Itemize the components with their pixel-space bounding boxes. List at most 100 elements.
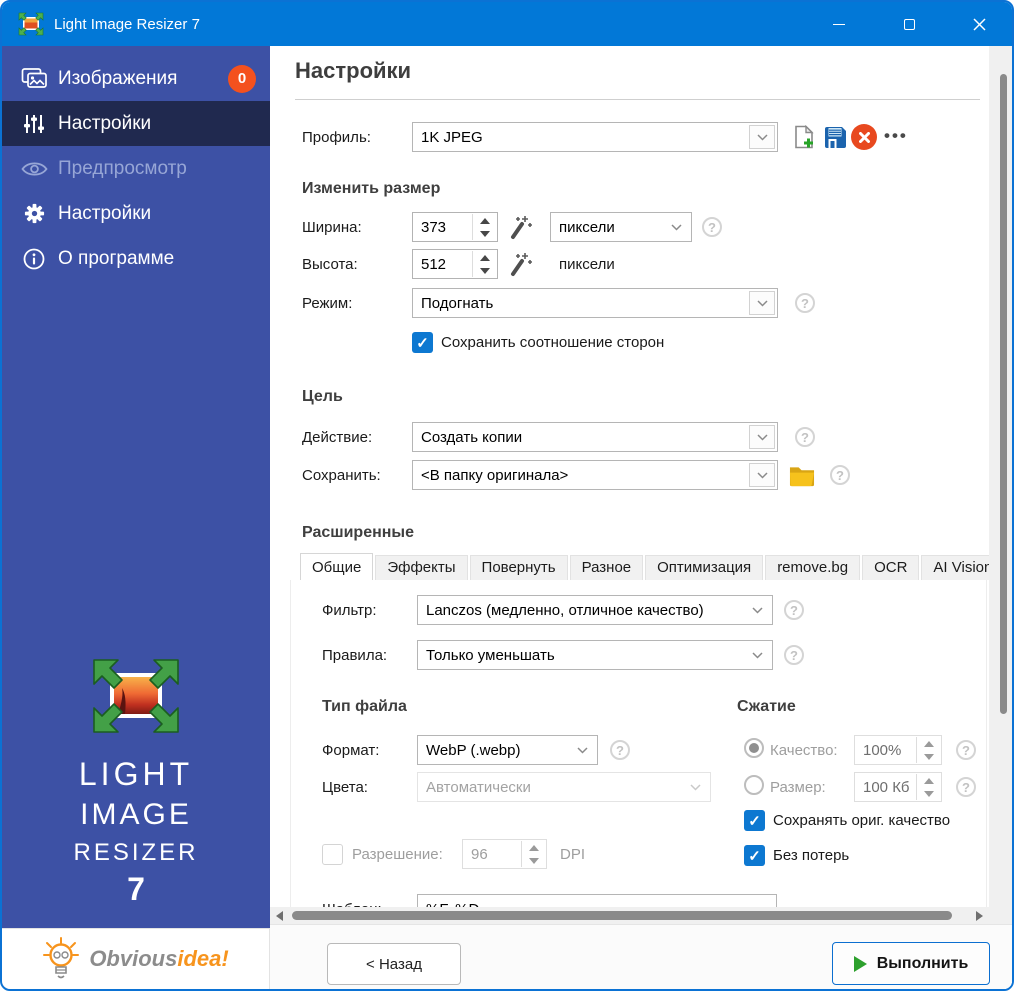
tab-general[interactable]: Общие [300,553,373,581]
rules-value: Только уменьшать [426,647,555,664]
chevron-down-icon [757,472,768,479]
chevron-down-icon [671,224,682,231]
lossless-checkbox[interactable]: ✓ [744,845,765,866]
horizontal-scrollbar[interactable] [270,907,989,924]
brand-name: Obviousidea! [89,946,228,972]
tab-rotate[interactable]: Повернуть [470,555,568,580]
chevron-down-icon [757,134,768,141]
keep-quality-checkbox[interactable]: ✓ [744,810,765,831]
tab-ocr[interactable]: OCR [862,555,919,580]
tab-optimization[interactable]: Оптимизация [645,555,763,580]
quality-increment-button[interactable] [917,737,940,750]
width-unit-select[interactable]: пиксели [550,212,692,242]
delete-x-icon [859,132,870,143]
sidebar-item-images[interactable]: Изображения 0 [2,56,270,101]
size-help-icon[interactable]: ? [956,777,976,797]
width-increment-button[interactable] [473,214,496,227]
chevron-down-icon [757,434,768,441]
height-increment-button[interactable] [473,251,496,264]
filter-select[interactable]: Lanczos (медленно, отличное качество) [417,595,773,625]
scroll-right-icon[interactable] [976,911,983,921]
filter-help-icon[interactable]: ? [784,600,804,620]
delete-profile-button[interactable] [851,124,877,150]
scroll-left-icon[interactable] [276,911,283,921]
rules-select[interactable]: Только уменьшать [417,640,773,670]
height-unit-label: пиксели [559,249,615,279]
new-document-icon [794,125,815,150]
minimize-icon [833,24,845,25]
size-radio[interactable] [744,775,764,795]
resolution-increment-button[interactable] [522,841,545,854]
height-decrement-button[interactable] [473,264,496,277]
tab-removebg[interactable]: remove.bg [765,555,860,580]
browse-folder-button[interactable] [789,462,815,488]
format-label: Формат: [322,735,379,765]
sidebar-item-profile-settings[interactable]: Настройки [2,101,270,146]
vertical-scrollbar[interactable] [989,46,1014,924]
tab-effects[interactable]: Эффекты [375,555,467,580]
dpi-label: DPI [560,839,585,869]
height-input[interactable] [413,250,471,278]
width-input[interactable] [413,213,471,241]
size-input[interactable] [855,773,915,801]
app-logo-icon [18,12,44,36]
format-select[interactable]: WebP (.webp) [417,735,598,765]
width-help-icon[interactable]: ? [702,217,722,237]
keep-ratio-checkbox[interactable]: ✓ [412,332,433,353]
run-button-label: Выполнить [877,955,969,973]
new-profile-button[interactable] [791,124,817,150]
height-auto-button[interactable] [506,251,532,277]
images-icon [19,67,49,90]
action-select[interactable]: Создать копии [412,422,778,452]
chevron-down-icon [752,652,763,659]
size-decrement-button[interactable] [917,787,940,800]
sidebar-item-preview[interactable]: Предпросмотр [2,146,270,191]
save-to-help-icon[interactable]: ? [830,465,850,485]
close-icon [973,18,986,31]
sidebar-item-about[interactable]: О программе [2,236,270,281]
more-options-button[interactable]: ••• [884,126,908,146]
quality-spinner [854,735,942,765]
resize-arrows-icon [88,654,184,738]
save-profile-button[interactable] [822,124,848,150]
quality-radio[interactable] [744,738,764,758]
width-decrement-button[interactable] [473,227,496,240]
mode-select[interactable]: Подогнать [412,288,778,318]
sidebar-item-app-settings[interactable]: Настройки [2,191,270,236]
back-button[interactable]: < Назад [327,943,461,985]
mode-help-icon[interactable]: ? [795,293,815,313]
size-label: Размер: [770,772,826,802]
width-auto-button[interactable] [506,214,532,240]
save-to-dropdown-button[interactable] [749,463,775,487]
resolution-input[interactable] [463,840,520,868]
keep-ratio-label: Сохранить соотношение сторон [441,332,664,353]
quality-input[interactable] [855,736,915,764]
quality-help-icon[interactable]: ? [956,740,976,760]
resolution-checkbox[interactable] [322,844,343,865]
mode-dropdown-button[interactable] [749,291,775,315]
run-button[interactable]: Выполнить [832,942,990,985]
maximize-button[interactable] [886,8,932,40]
profile-select[interactable]: 1K JPEG [412,122,778,152]
resolution-spin-buttons [521,841,545,867]
rules-help-icon[interactable]: ? [784,645,804,665]
lightbulb-icon [42,937,80,981]
profile-dropdown-button[interactable] [749,125,775,149]
quality-decrement-button[interactable] [917,750,940,763]
tab-misc[interactable]: Разное [570,555,644,580]
sidebar-item-label: Настройки [58,113,151,135]
action-dropdown-button[interactable] [749,425,775,449]
logo-line-2: IMAGE [80,798,192,832]
vertical-scroll-thumb[interactable] [1000,74,1007,714]
minimize-button[interactable] [816,8,862,40]
save-to-select[interactable]: <В папку оригинала> [412,460,778,490]
format-help-icon[interactable]: ? [610,740,630,760]
horizontal-scroll-thumb[interactable] [292,911,952,920]
target-section-heading: Цель [302,388,343,406]
action-help-icon[interactable]: ? [795,427,815,447]
save-to-value: <В папку оригинала> [421,467,568,484]
resolution-decrement-button[interactable] [522,854,545,867]
close-button[interactable] [956,8,1002,40]
window-title: Light Image Resizer 7 [54,16,200,33]
size-increment-button[interactable] [917,774,940,787]
